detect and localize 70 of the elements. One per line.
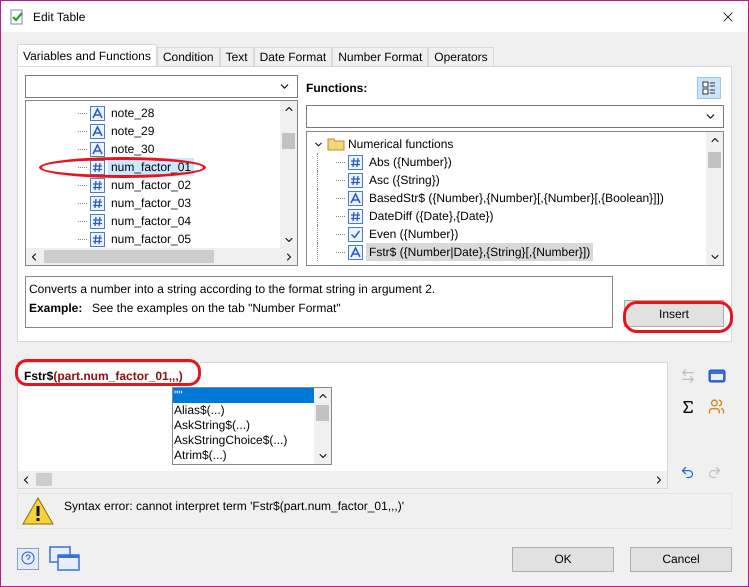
autocomplete-item[interactable]: AskString$(...) xyxy=(173,418,314,433)
window-icon[interactable] xyxy=(708,369,726,383)
number-type-icon xyxy=(90,160,105,174)
undo-icon[interactable] xyxy=(680,465,695,480)
autocomplete-item[interactable]: Atrim$(...) xyxy=(173,448,314,463)
text-type-icon xyxy=(90,142,105,156)
dialog-button[interactable]: Cancel xyxy=(630,546,732,572)
autocomplete-item[interactable]: AskStringChoice$(...) xyxy=(173,433,314,448)
number-type-icon xyxy=(90,232,105,246)
function-item[interactable]: Fstr$ ({Number|Date},{String}[,{Number}]) xyxy=(366,243,594,261)
number-type-icon xyxy=(90,196,105,210)
tab[interactable]: Date Format xyxy=(254,47,332,66)
users-icon[interactable] xyxy=(708,398,725,415)
table-check-icon xyxy=(9,8,25,24)
vertical-scrollbar[interactable] xyxy=(314,388,331,464)
function-item[interactable]: Asc ({String}) xyxy=(366,171,443,189)
variable-item[interactable]: note_29 xyxy=(108,122,158,140)
autocomplete-item[interactable]: "" xyxy=(173,388,314,403)
scrollbar-thumb[interactable] xyxy=(36,473,52,486)
text-type-icon xyxy=(90,106,105,120)
tree-view-toggle-icon[interactable] xyxy=(697,77,721,99)
function-filter-dropdown[interactable] xyxy=(306,105,724,128)
expression-text: Fstr$(part.num_factor_01,,,) xyxy=(24,369,183,383)
function-item[interactable]: Abs ({Number}) xyxy=(366,153,455,171)
tab[interactable]: Number Format xyxy=(332,47,428,66)
expression-editor[interactable]: Fstr$(part.num_factor_01,,,) "" Alias$(...) AskString$(...) AskStringChoice$(...) Atrim$(...) xyxy=(17,362,668,489)
functions-label: Functions: xyxy=(306,80,368,97)
function-item[interactable]: Even ({Number}) xyxy=(366,225,462,243)
checkbox-type-icon xyxy=(348,226,363,242)
vertical-scrollbar[interactable] xyxy=(280,101,297,248)
variable-filter-dropdown[interactable] xyxy=(25,75,298,98)
vertical-scrollbar[interactable] xyxy=(706,132,723,265)
text-type-icon xyxy=(348,244,363,260)
tab[interactable]: Variables and Functions xyxy=(17,44,157,66)
scrollbar-thumb[interactable] xyxy=(282,133,295,149)
example-text: See the examples on the tab "Number Format" xyxy=(92,300,341,317)
variable-item[interactable]: num_factor_02 xyxy=(108,176,194,194)
number-type-icon xyxy=(90,214,105,228)
variable-item[interactable]: note_30 xyxy=(108,140,158,158)
error-message: Syntax error: cannot interpret term 'Fstr$(part.num_factor_01,,,)' xyxy=(64,498,404,515)
variable-item[interactable]: num_factor_05 xyxy=(108,230,194,248)
variable-item[interactable]: note_28 xyxy=(108,104,158,122)
tab[interactable]: Operators xyxy=(428,47,494,66)
text-type-icon xyxy=(348,190,363,206)
windows-icon[interactable] xyxy=(49,546,81,572)
horizontal-scrollbar[interactable] xyxy=(26,248,297,265)
help-icon[interactable] xyxy=(17,548,39,570)
number-type-icon xyxy=(348,154,363,170)
window-title: Edit Table xyxy=(33,8,86,26)
number-type-icon xyxy=(348,208,363,224)
tab[interactable]: Condition xyxy=(156,47,220,66)
dialog-button[interactable]: OK xyxy=(512,546,614,572)
scrollbar-thumb[interactable] xyxy=(316,405,329,421)
autocomplete-item[interactable]: Alias$(...) xyxy=(173,403,314,418)
number-type-icon xyxy=(90,178,105,192)
number-type-icon xyxy=(348,172,363,188)
function-item[interactable]: DateDiff ({Date},{Date}) xyxy=(366,207,497,225)
scrollbar-thumb[interactable] xyxy=(708,152,721,168)
folder-icon xyxy=(327,137,345,151)
variable-item[interactable]: num_factor_03 xyxy=(108,194,194,212)
function-group[interactable]: Numerical functions xyxy=(348,135,454,153)
variable-item[interactable]: num_factor_04 xyxy=(108,212,194,230)
warning-icon xyxy=(22,497,54,525)
example-label: Example: xyxy=(29,300,84,317)
text-type-icon xyxy=(90,124,105,138)
scrollbar-thumb[interactable] xyxy=(44,250,214,263)
horizontal-scrollbar[interactable] xyxy=(18,471,667,488)
function-item[interactable]: BasedStr$ ({Number},{Number}[,{Number}[,{Boolean}]]) xyxy=(366,189,667,207)
description-text: Converts a number into a string according to the format string in argument 2. xyxy=(29,281,436,298)
tab[interactable]: Text xyxy=(220,47,254,66)
